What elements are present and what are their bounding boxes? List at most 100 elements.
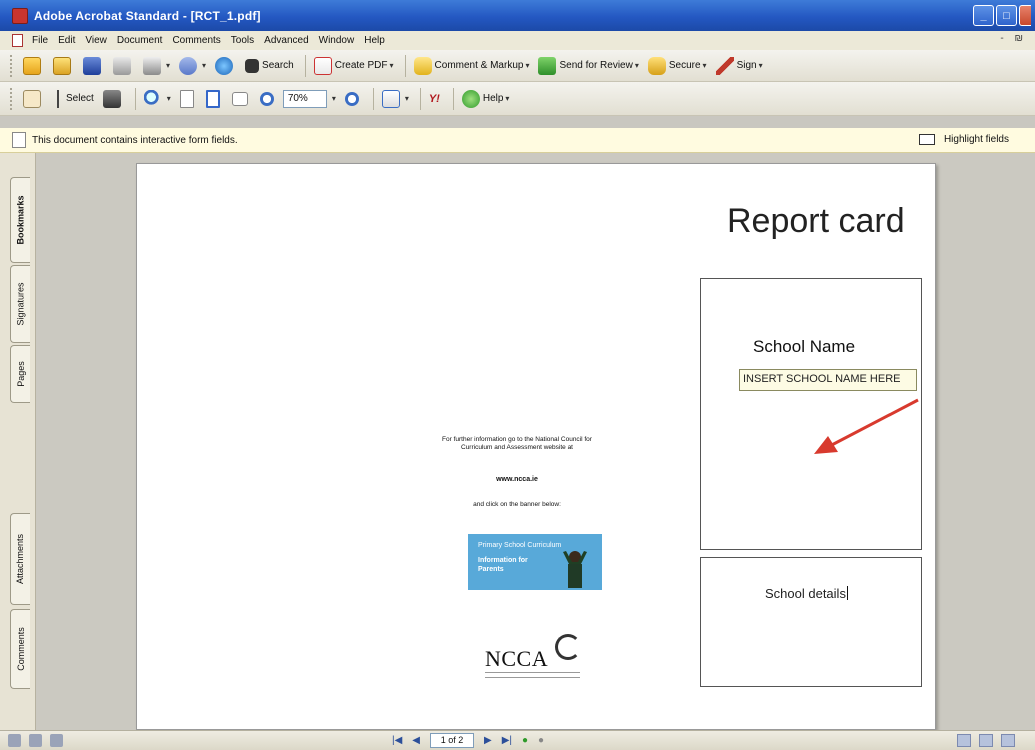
zoom-out-button[interactable] [257, 87, 280, 111]
fit-page-button[interactable] [203, 87, 226, 111]
save-button[interactable] [80, 54, 107, 78]
tab-signatures[interactable]: Signatures [10, 265, 30, 343]
form-message-bar: This document contains interactive form … [0, 128, 1035, 153]
banner-line-2: Information for Parents [478, 557, 528, 573]
status-bar: |◀ ◀ 1 of 2 ▶ ▶| ● ● [0, 730, 1035, 750]
text-caret [846, 586, 848, 600]
facing-layout-button[interactable] [1001, 734, 1015, 747]
red-arrow-annotation [814, 398, 919, 454]
magnifier-icon [143, 89, 162, 108]
next-view-button[interactable]: ● [538, 735, 544, 746]
email-icon [143, 56, 161, 75]
menu-advanced[interactable]: Advanced [259, 35, 313, 46]
attach-icon [179, 56, 198, 75]
ncca-swirl-icon [555, 634, 581, 660]
help-button[interactable]: Help ▾ [459, 87, 513, 111]
first-page-button[interactable]: |◀ [392, 735, 402, 746]
chevron-down-icon: ▾ [404, 94, 409, 103]
menu-edit[interactable]: Edit [53, 35, 80, 46]
ncca-website-link[interactable]: www.ncca.ie [437, 476, 597, 483]
document-icon[interactable] [12, 34, 23, 47]
print-icon [113, 56, 131, 75]
hand-icon [23, 89, 41, 108]
highlight-fields-label[interactable]: Highlight fields [944, 134, 1009, 145]
yahoo-label: Y! [428, 92, 440, 105]
search-label: Search [262, 60, 294, 71]
secure-button[interactable]: Secure ▾ [645, 54, 710, 78]
toolbar-grip[interactable] [10, 87, 14, 110]
page-navigation: |◀ ◀ 1 of 2 ▶ ▶| ● ● [392, 733, 544, 748]
menu-file[interactable]: File [27, 35, 53, 46]
sign-button[interactable]: Sign ▾ [713, 54, 766, 78]
school-name-field[interactable]: INSERT SCHOOL NAME HERE [739, 369, 917, 391]
minimize-button[interactable]: _ [973, 5, 994, 26]
select-tool-button[interactable]: Select [50, 87, 97, 111]
ncca-tagline-rule [485, 672, 580, 678]
send-review-button[interactable]: Send for Review ▾ [535, 54, 641, 78]
menu-tools[interactable]: Tools [226, 35, 259, 46]
tab-comments[interactable]: Comments [10, 609, 30, 689]
school-name-label: School Name [753, 337, 856, 356]
comment-icon [413, 56, 432, 75]
fit-width-button[interactable] [229, 87, 254, 111]
create-pdf-icon [313, 56, 332, 75]
snapshot-button[interactable] [100, 87, 127, 111]
previous-view-button[interactable]: ● [522, 735, 528, 746]
zoom-tool-button[interactable]: ▾ [141, 87, 174, 111]
create-pdf-button[interactable]: Create PDF ▾ [311, 54, 397, 78]
zoom-level-field[interactable]: 70% [282, 89, 327, 108]
yahoo-button[interactable]: Y! [426, 87, 445, 111]
attach-button[interactable]: ▾ [176, 54, 209, 78]
email-button[interactable]: ▾ [140, 54, 173, 78]
help-label: Help [482, 93, 504, 104]
search-button[interactable]: Search [242, 54, 297, 78]
menu-view[interactable]: View [80, 35, 112, 46]
tab-attachments[interactable]: Attachments [10, 513, 30, 605]
camera-icon [102, 89, 121, 108]
document-status-icon[interactable] [50, 734, 63, 747]
organizer-button[interactable] [50, 54, 77, 78]
hand-tool-button[interactable] [20, 87, 47, 111]
comment-markup-button[interactable]: Comment & Markup ▾ [411, 54, 533, 78]
highlight-fields-checkbox[interactable] [919, 134, 935, 145]
toolbar-grip[interactable] [10, 54, 14, 77]
document-view[interactable]: Report card School Name INSERT SCHOOL NA… [36, 153, 1035, 730]
form-message-text: This document contains interactive form … [32, 134, 238, 146]
zoom-in-icon [344, 91, 359, 106]
lock-icon [647, 56, 666, 75]
form-info-icon [12, 132, 26, 148]
menu-window[interactable]: Window [314, 35, 360, 46]
menu-bar: File Edit View Document Comments Tools A… [0, 31, 1035, 50]
zoom-dropdown[interactable]: ▾ [327, 87, 339, 111]
tab-bookmarks[interactable]: Bookmarks [10, 177, 30, 263]
web-button[interactable] [212, 54, 239, 78]
continuous-layout-button[interactable] [979, 734, 993, 747]
next-page-button[interactable]: ▶ [484, 735, 492, 746]
document-window-controls[interactable]: - ₪ [1000, 33, 1027, 44]
send-review-icon [538, 56, 557, 75]
tab-pages[interactable]: Pages [10, 345, 30, 403]
last-page-button[interactable]: ▶| [502, 735, 512, 746]
open-button[interactable] [20, 54, 47, 78]
page-number-field[interactable]: 1 of 2 [430, 733, 474, 748]
select-label: Select [66, 93, 94, 104]
parents-info-banner[interactable]: Primary School Curriculum Information fo… [468, 534, 602, 590]
window-title: Adobe Acrobat Standard - [RCT_1.pdf] [34, 8, 261, 23]
hand-status-icon[interactable] [8, 734, 21, 747]
maximize-button[interactable]: □ [996, 5, 1017, 26]
save-status-icon[interactable] [29, 734, 42, 747]
single-page-layout-button[interactable] [957, 734, 971, 747]
menu-document[interactable]: Document [112, 35, 168, 46]
previous-page-button[interactable]: ◀ [412, 735, 420, 746]
menu-help[interactable]: Help [359, 35, 390, 46]
toolbar-separator [452, 87, 454, 110]
zoom-in-button[interactable] [342, 87, 365, 111]
menu-comments[interactable]: Comments [167, 35, 225, 46]
chevron-down-icon: ▾ [166, 61, 171, 70]
rotate-button[interactable]: ▾ [379, 87, 412, 111]
close-button[interactable] [1019, 5, 1031, 26]
banner-line-1: Primary School Curriculum [478, 542, 562, 549]
school-details-field[interactable]: School details [765, 586, 848, 601]
actual-size-button[interactable] [177, 87, 200, 111]
print-button[interactable] [110, 54, 137, 78]
